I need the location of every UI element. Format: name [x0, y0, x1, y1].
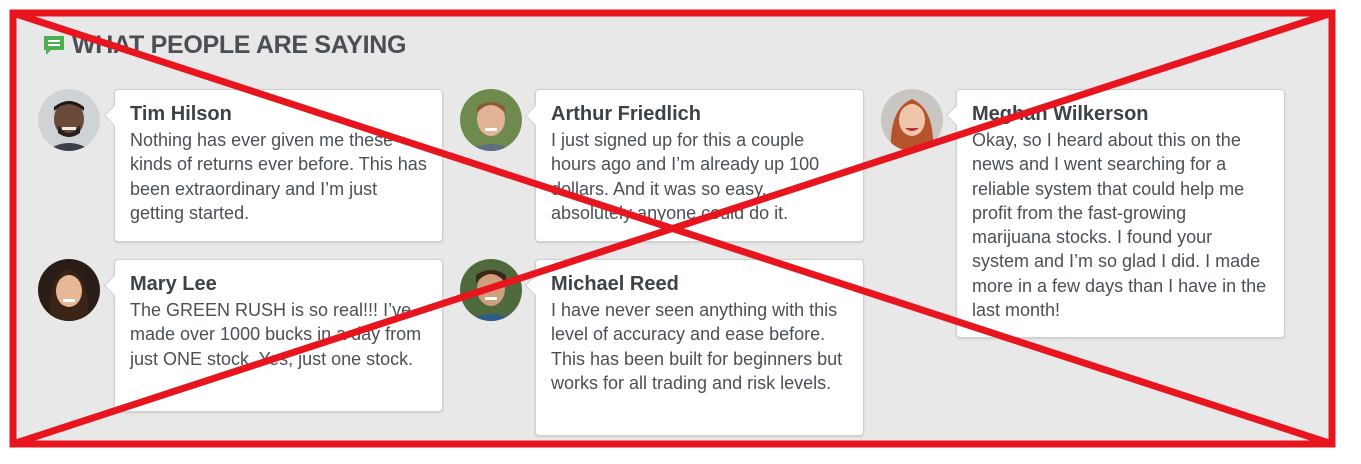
red-x-overlay — [9, 9, 1336, 448]
